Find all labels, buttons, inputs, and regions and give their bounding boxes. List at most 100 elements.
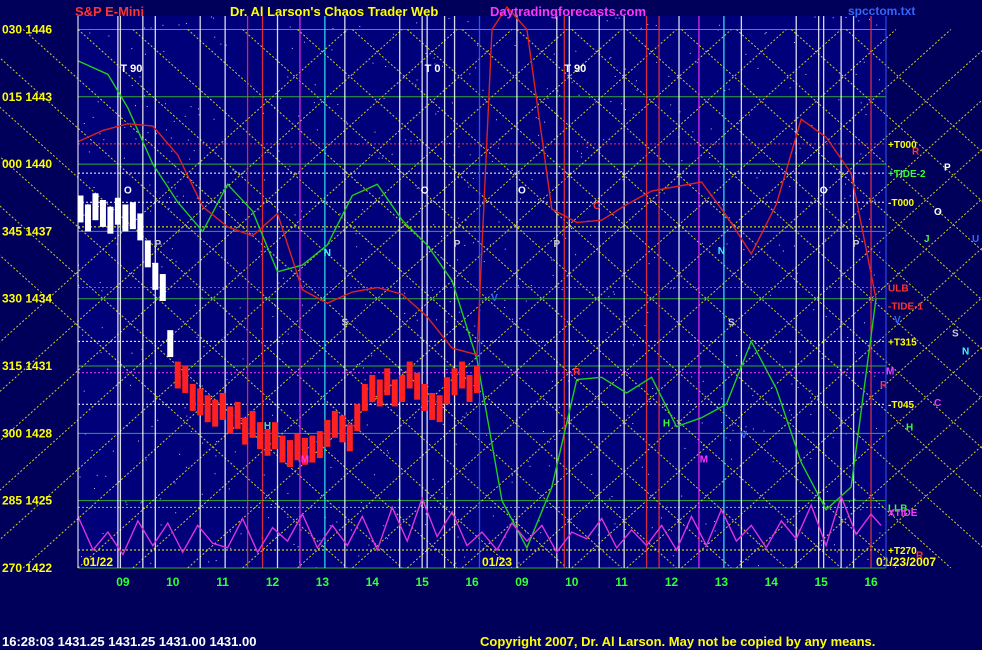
star [330,466,332,468]
star [562,234,564,236]
symbol-title: S&P E-Mini [75,4,145,19]
star [105,475,107,477]
star [386,450,388,452]
star [737,123,739,125]
star [789,351,791,353]
star [448,18,450,20]
x-tick-label: 16 [864,575,878,589]
star [329,525,331,527]
x-tick-label: 14 [366,575,380,589]
star [705,523,707,525]
star [107,368,109,370]
star [710,128,712,130]
star [173,164,175,166]
x-tick-label: 10 [166,575,180,589]
star [170,137,172,139]
star [732,430,734,432]
star [782,470,784,472]
star [196,336,198,338]
star [464,556,466,558]
price-bar [436,395,443,423]
star [112,450,114,452]
star [596,407,598,409]
star [191,179,193,181]
star [832,17,834,19]
star [432,478,434,480]
cycle-marker: H [264,421,271,432]
price-bar [257,422,264,450]
star [314,84,316,86]
star [813,309,815,311]
star [721,422,723,424]
star [201,493,203,495]
star [578,94,580,96]
star [234,170,236,172]
price-bar [272,422,279,450]
star [702,445,704,447]
star [774,330,776,332]
star [531,179,533,181]
star [472,178,474,180]
right-level-label: XTIDE [888,508,918,519]
star [633,113,635,115]
star [144,27,146,29]
star [702,380,704,382]
star [571,228,573,230]
star [356,364,358,366]
star [670,530,672,532]
star [101,327,103,329]
star [81,556,83,558]
date-label: 01/23 [482,555,512,569]
star [414,417,416,419]
star [462,416,464,418]
star [93,487,95,489]
star [346,121,348,123]
star [694,209,696,211]
star [863,173,865,175]
star [100,352,102,354]
star [469,154,471,156]
star [301,304,303,306]
star [845,17,847,19]
planet-label: J [924,234,930,245]
star [799,147,801,149]
star [178,24,180,26]
star [544,121,546,123]
star [137,440,139,442]
star [606,20,608,22]
star [287,333,289,335]
star [687,400,689,402]
star [393,33,395,35]
star [146,106,148,108]
star [99,282,101,284]
star [404,292,406,294]
star [743,249,745,251]
star [103,139,105,141]
star [760,170,762,172]
price-bar [174,361,181,389]
star [194,304,196,306]
star [624,529,626,531]
right-level-label: ULB [888,284,909,295]
star [168,207,170,209]
star [624,109,626,111]
star [652,387,654,389]
star [374,131,376,133]
star [174,482,176,484]
star [99,133,101,135]
star [363,367,365,369]
price-bar [122,204,129,232]
star [226,378,228,380]
phase-label: T 90 [120,63,142,75]
star [239,307,241,309]
star [729,439,731,441]
star [512,318,514,320]
cycle-marker: M [700,455,708,466]
star [481,300,483,302]
star [855,73,857,75]
star [150,562,152,564]
star [156,133,158,135]
star [504,307,506,309]
star [865,114,867,116]
star [272,316,274,318]
